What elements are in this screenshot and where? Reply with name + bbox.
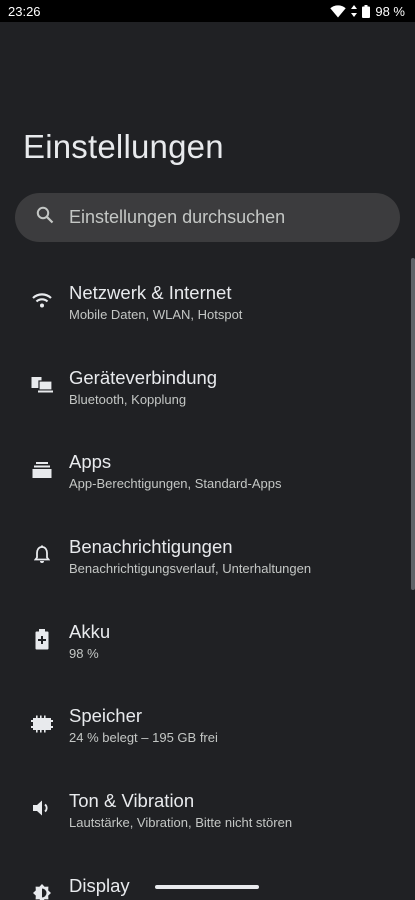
search-icon (36, 206, 54, 229)
search-placeholder: Einstellungen durchsuchen (69, 207, 286, 227)
battery-status-icon (362, 4, 371, 18)
item-subtitle: Bluetooth, Kopplung (69, 391, 187, 407)
item-title: Benachrichtigungen (69, 536, 233, 558)
item-subtitle: Benachrichtigungsverlauf, Unterhaltungen (69, 561, 312, 577)
item-subtitle: App-Berechtigungen, Standard-Apps (69, 476, 282, 492)
data-arrows-icon (351, 5, 358, 17)
storage-icon (31, 713, 53, 735)
settings-item-connected-devices[interactable]: Geräteverbindung Bluetooth, Kopplung (0, 343, 415, 428)
settings-item-battery[interactable]: Akku 98 % (0, 597, 415, 682)
speaker-icon (31, 797, 53, 819)
scrollbar[interactable] (411, 258, 415, 590)
item-subtitle: Lautstärke, Vibration, Bitte nicht störe… (69, 815, 293, 831)
settings-item-network[interactable]: Netzwerk & Internet Mobile Daten, WLAN, … (0, 258, 415, 343)
item-title: Display (69, 874, 130, 896)
item-title: Geräteverbindung (69, 366, 218, 388)
apps-icon (31, 459, 53, 481)
item-subtitle: 98 % (69, 645, 99, 661)
navigation-handle[interactable] (155, 885, 259, 889)
status-icons: 98 % (330, 4, 405, 19)
status-time: 23:26 (8, 3, 41, 19)
item-title: Netzwerk & Internet (69, 282, 232, 303)
settings-screen: 23:26 98 % Einstellungen Einstellungen d… (0, 0, 415, 900)
wifi-icon (31, 289, 53, 311)
page-title: Einstellungen (23, 128, 224, 165)
item-subtitle: Mobile Daten, WLAN, Hotspot (69, 307, 243, 322)
settings-list: Netzwerk & Internet Mobile Daten, WLAN, … (0, 258, 415, 900)
item-title: Ton & Vibration (69, 790, 195, 812)
brightness-icon (31, 882, 53, 900)
bell-icon (31, 543, 53, 565)
devices-icon (31, 374, 53, 396)
status-bar: 23:26 98 % (0, 0, 415, 22)
wifi-status-icon (330, 4, 347, 18)
battery-percent: 98 % (375, 3, 405, 19)
settings-item-notifications[interactable]: Benachrichtigungen Benachrichtigungsverl… (0, 512, 415, 597)
search-bar[interactable]: Einstellungen durchsuchen (15, 193, 400, 242)
item-title: Akku (69, 620, 111, 642)
settings-item-display[interactable]: Display (0, 851, 415, 900)
battery-icon (31, 628, 53, 650)
item-title: Speicher (69, 705, 143, 727)
settings-item-storage[interactable]: Speicher 24 % belegt – 195 GB frei (0, 681, 415, 766)
settings-item-apps[interactable]: Apps App-Berechtigungen, Standard-Apps (0, 427, 415, 512)
item-subtitle: 24 % belegt – 195 GB frei (69, 730, 218, 746)
settings-item-sound[interactable]: Ton & Vibration Lautstärke, Vibration, B… (0, 766, 415, 851)
item-title: Apps (69, 451, 112, 473)
